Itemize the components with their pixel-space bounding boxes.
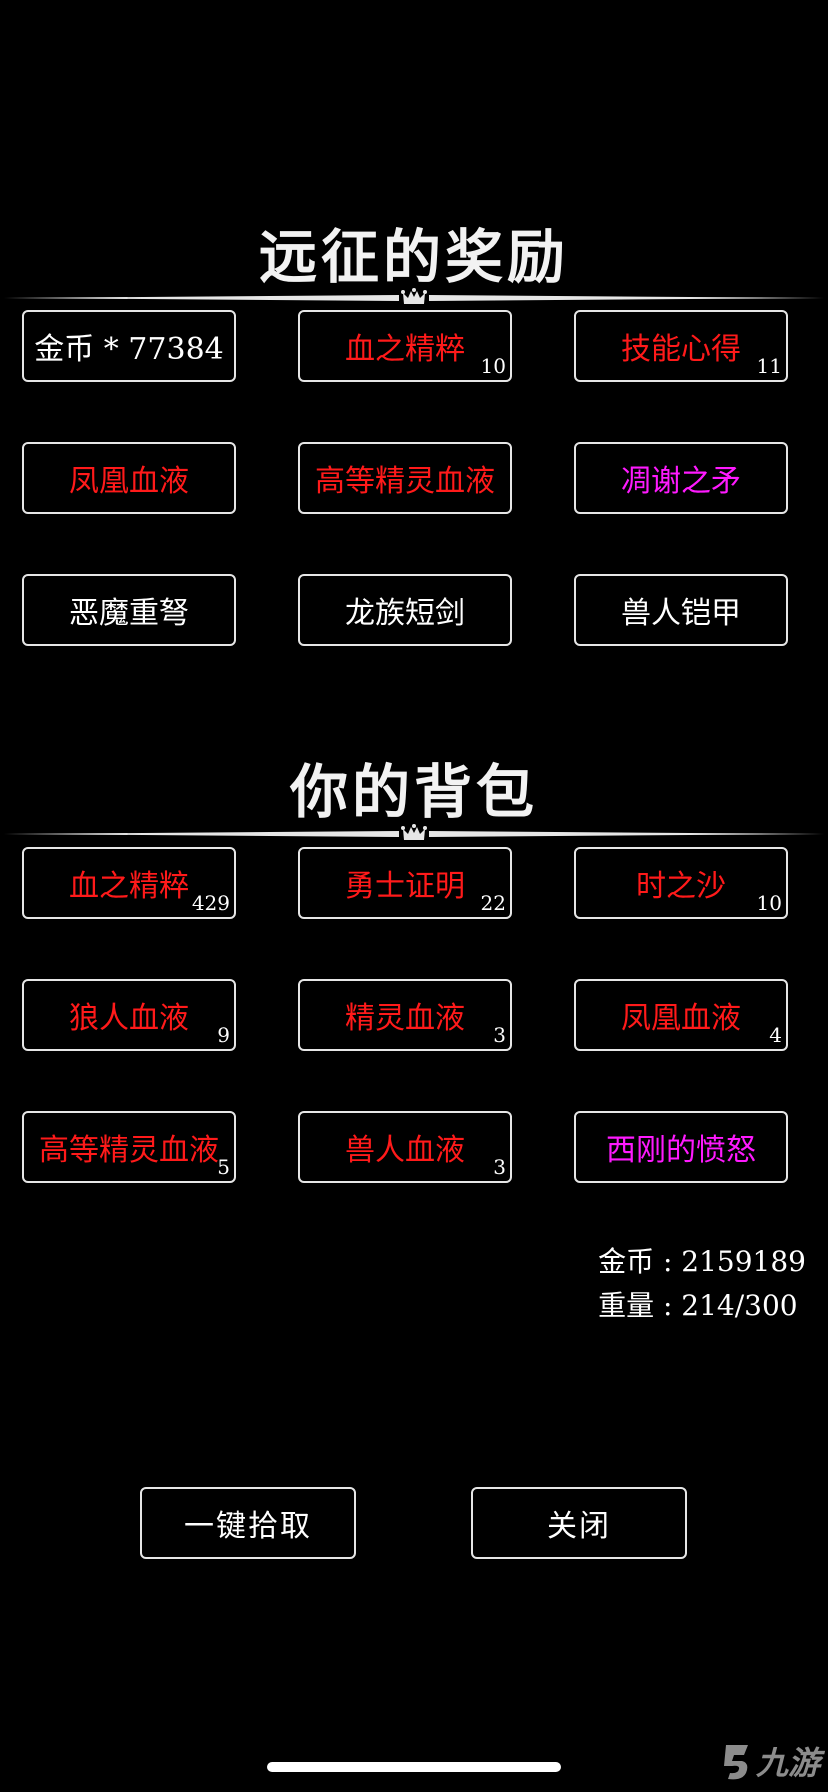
- backpack-item-slot[interactable]: 精灵血液 3: [298, 979, 512, 1051]
- backpack-item-name: 高等精灵血液: [39, 1133, 219, 1168]
- backpack-item-slot[interactable]: 狼人血液 9: [22, 979, 236, 1051]
- close-button[interactable]: 关闭: [471, 1487, 687, 1559]
- backpack-item-count: 5: [217, 1155, 230, 1179]
- nine-game-logo-icon: [723, 1745, 748, 1780]
- backpack-item-slot[interactable]: 凤凰血液 4: [574, 979, 788, 1051]
- reward-item-slot[interactable]: 金币 * 77384: [22, 310, 236, 382]
- backpack-item-count: 10: [756, 891, 782, 915]
- watermark: 九游: [720, 1738, 820, 1784]
- backpack-item-count: 3: [493, 1023, 506, 1047]
- reward-item-name: 龙族短剑: [345, 596, 465, 631]
- backpack-item-slot[interactable]: 兽人血液 3: [298, 1111, 512, 1183]
- inventory-stats: 金币 : 2159189 重量 : 214/300: [598, 1240, 806, 1328]
- weight-capacity: 重量 : 214/300: [598, 1289, 798, 1322]
- rewards-title: 远征的奖励: [258, 223, 569, 291]
- backpack-item-slot[interactable]: 血之精粹 429: [22, 847, 236, 919]
- reward-item-slot[interactable]: 技能心得 11: [574, 310, 788, 382]
- backpack-item-slot[interactable]: 时之沙 10: [574, 847, 788, 919]
- backpack-item-count: 9: [217, 1023, 230, 1047]
- reward-item-count: 11: [756, 354, 782, 378]
- reward-item-name: 金币 * 77384: [34, 332, 224, 367]
- backpack-item-name: 凤凰血液: [621, 1001, 741, 1036]
- reward-item-slot[interactable]: 凤凰血液: [22, 442, 236, 514]
- watermark-text: 九游: [755, 1744, 820, 1782]
- gold-total: 金币 : 2159189: [598, 1245, 806, 1278]
- backpack-item-slot[interactable]: 西刚的愤怒: [574, 1111, 788, 1183]
- reward-item-name: 恶魔重弩: [69, 596, 189, 631]
- backpack-item-slot[interactable]: 高等精灵血液 5: [22, 1111, 236, 1183]
- reward-item-slot[interactable]: 血之精粹 10: [298, 310, 512, 382]
- backpack-item-name: 时之沙: [636, 869, 726, 904]
- backpack-item-name: 勇士证明: [345, 869, 465, 904]
- reward-item-count: 10: [480, 354, 506, 378]
- backpack-item-count: 22: [480, 891, 506, 915]
- reward-item-name: 高等精灵血液: [315, 464, 495, 499]
- backpack-title: 你的背包: [289, 758, 538, 826]
- reward-item-name: 凋谢之矛: [621, 464, 741, 499]
- reward-item-slot[interactable]: 恶魔重弩: [22, 574, 236, 646]
- reward-item-name: 技能心得: [621, 332, 741, 367]
- pickup-all-button[interactable]: 一键拾取: [140, 1487, 356, 1559]
- reward-item-slot[interactable]: 高等精灵血液: [298, 442, 512, 514]
- backpack-item-name: 精灵血液: [345, 1001, 465, 1036]
- backpack-divider-crown-icon: [4, 824, 824, 840]
- backpack-item-slot[interactable]: 勇士证明 22: [298, 847, 512, 919]
- backpack-item-name: 西刚的愤怒: [606, 1133, 756, 1168]
- rewards-divider-crown-icon: [4, 288, 824, 304]
- home-indicator[interactable]: [267, 1762, 561, 1772]
- backpack-item-count: 429: [191, 891, 230, 915]
- backpack-item-name: 兽人血液: [345, 1133, 465, 1168]
- reward-item-name: 兽人铠甲: [621, 596, 741, 631]
- backpack-item-name: 狼人血液: [69, 1001, 189, 1036]
- reward-item-name: 凤凰血液: [69, 464, 189, 499]
- backpack-item-count: 4: [769, 1023, 782, 1047]
- backpack-item-count: 3: [493, 1155, 506, 1179]
- reward-item-slot[interactable]: 凋谢之矛: [574, 442, 788, 514]
- reward-item-name: 血之精粹: [345, 332, 465, 367]
- reward-item-slot[interactable]: 龙族短剑: [298, 574, 512, 646]
- reward-item-slot[interactable]: 兽人铠甲: [574, 574, 788, 646]
